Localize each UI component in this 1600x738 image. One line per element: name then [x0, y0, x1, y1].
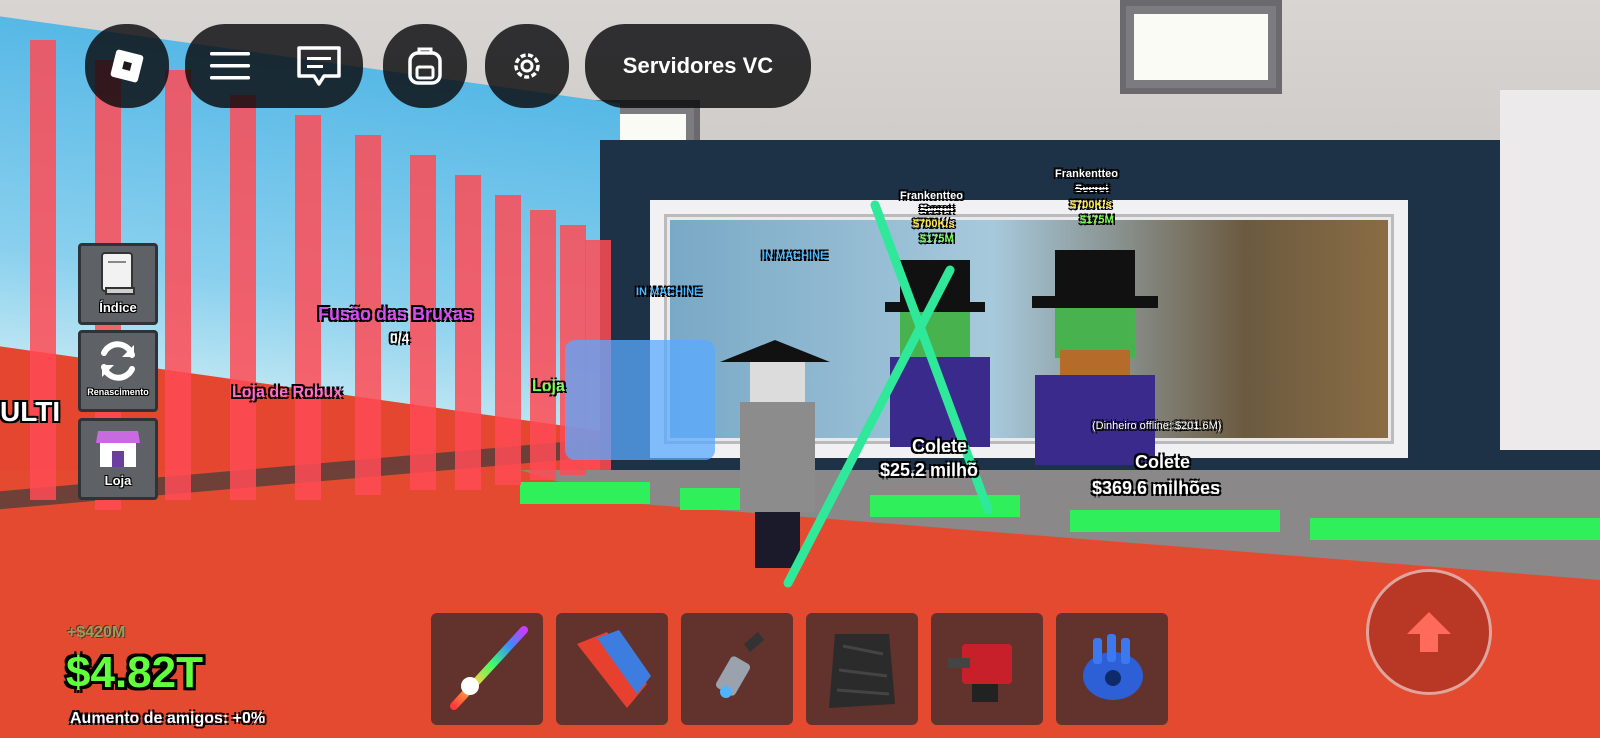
roblox-logo-icon [110, 49, 144, 83]
collect-pad [1070, 510, 1280, 532]
laser-bar [455, 175, 481, 490]
rebirth-button[interactable]: Renascimento [78, 330, 158, 412]
hotbar-slot-4[interactable] [806, 613, 918, 725]
money-counter: $4.82T [66, 648, 203, 697]
friends-boost: Aumento de amigos: +0% [70, 710, 266, 727]
red-blue-gear-icon [577, 630, 651, 708]
recent-gain: +$420M [67, 624, 126, 641]
right-wall [1500, 90, 1600, 450]
chat-button[interactable] [274, 45, 363, 87]
collect-amount: $369.6 milhões [1092, 478, 1221, 498]
fusion-title: Fusão das Bruxas [318, 304, 474, 324]
rebirth-label: Renascimento [87, 387, 149, 397]
index-button[interactable]: Índice [78, 243, 158, 325]
shop-sign: Loja [532, 378, 565, 395]
gear-icon [514, 53, 540, 79]
blue-brainrot-character [565, 340, 715, 460]
book-icon [101, 252, 135, 295]
in-machine-label: IN MACHINE [636, 286, 702, 298]
collect-pad [1310, 518, 1600, 540]
grapple-hook-icon [715, 632, 764, 698]
collect-amount: $25.2 milhõ [880, 460, 979, 480]
shop-label: Loja [104, 473, 132, 488]
fusion-count: 0/4 [390, 330, 410, 346]
chat-icon [296, 46, 341, 86]
offline-money: (Dinheiro offline: $201.6M) [1092, 420, 1222, 432]
jump-arrow-icon [1407, 612, 1451, 652]
laser-bar [165, 70, 191, 500]
collect-label[interactable]: Colete [1135, 452, 1190, 473]
hotbar-slot-2[interactable] [556, 613, 668, 725]
ceiling-light [1120, 0, 1282, 94]
dark-cloak-icon [829, 634, 895, 708]
brainrot-price: $175M [920, 233, 954, 245]
ulti-sign: ULTI [0, 396, 61, 427]
menu-button[interactable] [185, 50, 274, 82]
menu-chat-group [185, 24, 363, 108]
robux-shop-sign: Loja de Robux [232, 384, 343, 401]
brainrot-rarity: Secret [1075, 183, 1109, 195]
laser-bar [230, 95, 256, 500]
laser-bar [530, 210, 556, 480]
hotbar-slot-5[interactable] [931, 613, 1043, 725]
roblox-menu-button[interactable] [85, 24, 169, 108]
voice-servers-button[interactable]: Servidores VC [585, 24, 811, 108]
in-machine-label: IN MACHINE [762, 250, 828, 262]
refresh-icon [101, 341, 135, 381]
laser-bar [495, 195, 521, 485]
laser-bar [30, 40, 56, 500]
store-icon [96, 431, 140, 467]
unicorn-rainbow-sword-icon [450, 626, 528, 710]
hotbar-slot-1[interactable] [431, 613, 543, 725]
red-turret-icon [948, 644, 1012, 702]
brainrot-name: Frankentteo [900, 190, 963, 202]
game-viewport[interactable]: Fusão das Bruxas 0/4 Loja de Robux Loja … [0, 0, 1600, 738]
hotbar-slot-6[interactable] [1056, 613, 1168, 725]
brainrot-rate: $700K/s [913, 218, 955, 230]
hotbar-slot-3[interactable] [681, 613, 793, 725]
index-label: Índice [99, 300, 137, 315]
brainrot-price: $175M [1080, 214, 1114, 226]
settings-button[interactable] [485, 24, 569, 108]
shop-button[interactable]: Loja [78, 418, 158, 500]
hamburger-menu-icon [209, 52, 250, 80]
jump-button[interactable] [1366, 569, 1492, 695]
brainrot-rate: $700K/s [1070, 199, 1112, 211]
collect-label[interactable]: Colete [912, 436, 967, 457]
frankentteo-character [1020, 250, 1170, 480]
blue-gauntlet-icon [1083, 634, 1143, 700]
brainrot-name: Frankentteo [1055, 168, 1118, 180]
backpack-icon [408, 47, 442, 85]
brainrot-rarity: Secret [920, 204, 954, 216]
voice-servers-label: Servidores VC [622, 53, 774, 78]
backpack-button[interactable] [383, 24, 467, 108]
collect-pad [520, 482, 650, 504]
